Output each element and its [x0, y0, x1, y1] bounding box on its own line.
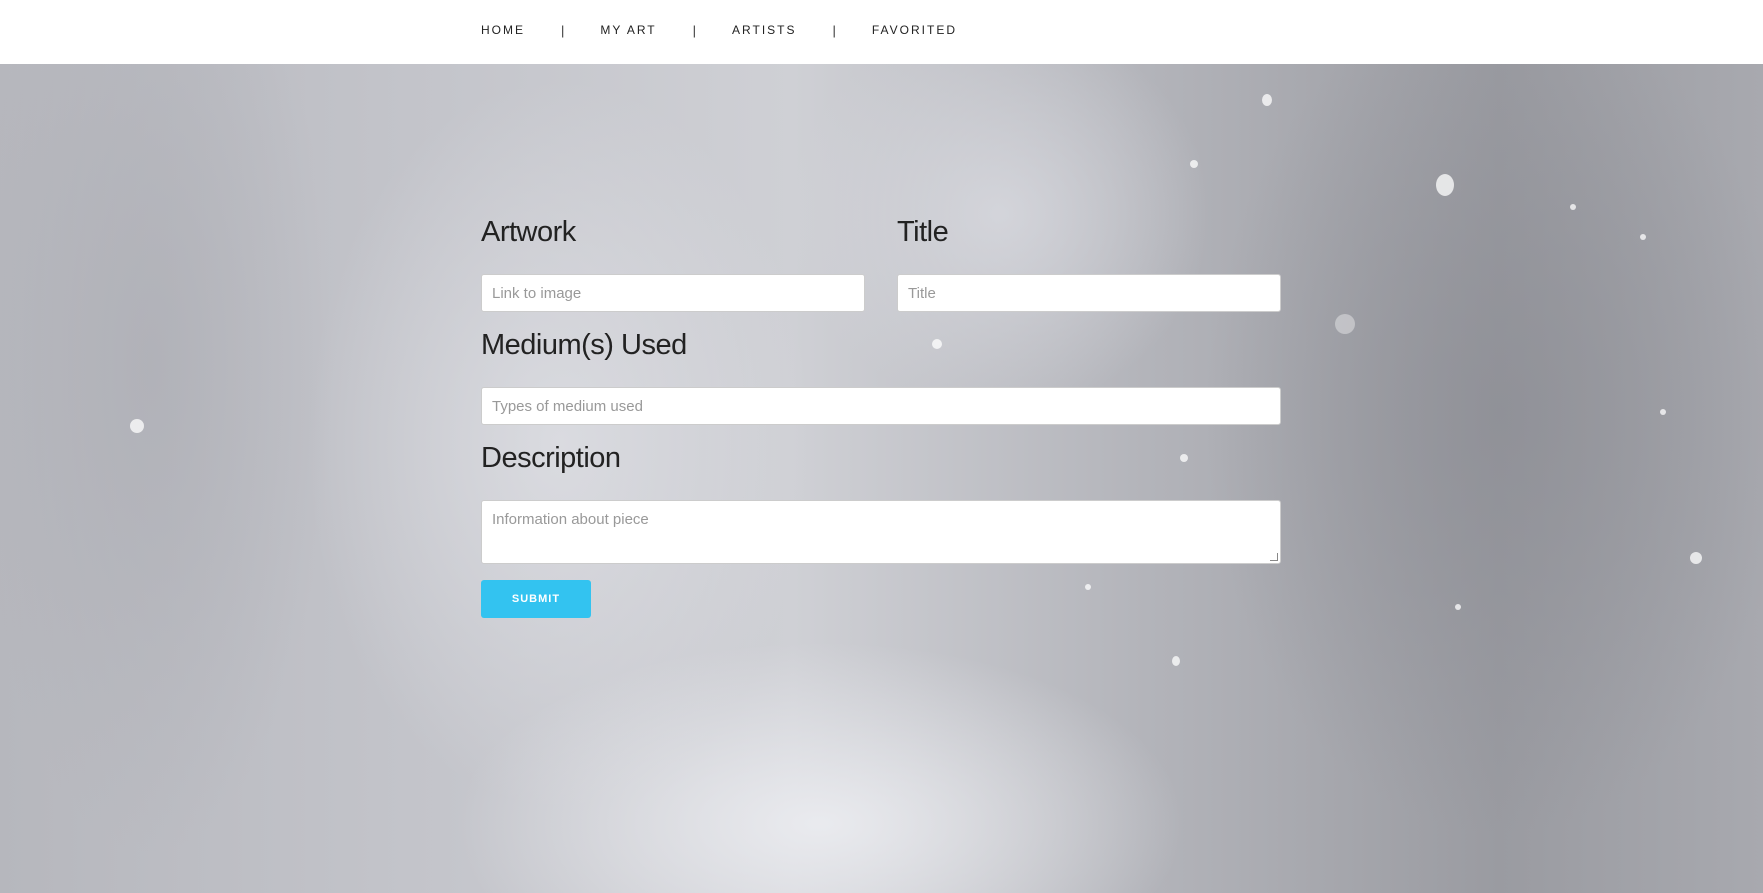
nav-separator: |	[692, 22, 697, 38]
resize-handle-icon[interactable]	[1270, 553, 1278, 561]
description-label: Description	[481, 442, 621, 474]
title-input[interactable]: Title	[897, 274, 1281, 312]
snowflake-decoration	[1085, 584, 1091, 590]
snowflake-decoration	[130, 419, 144, 433]
snowflake-decoration	[1180, 454, 1188, 462]
snowflake-decoration	[1335, 314, 1355, 334]
submit-button[interactable]: SUBMIT	[481, 580, 591, 618]
nav-separator: |	[561, 22, 565, 38]
nav-list: HOME | MY ART | ARTISTS | FAVORITED	[481, 0, 957, 60]
snowflake-decoration	[1690, 552, 1702, 564]
artwork-link-input[interactable]: Link to image	[481, 274, 865, 312]
snowflake-decoration	[1262, 94, 1272, 106]
snowflake-decoration	[1640, 234, 1646, 240]
nav-my-art-link[interactable]: MY ART	[600, 23, 656, 37]
snowflake-decoration	[1190, 160, 1198, 168]
nav-artists-link[interactable]: ARTISTS	[732, 23, 796, 37]
description-textarea[interactable]: Information about piece	[481, 500, 1281, 564]
medium-input[interactable]: Types of medium used	[481, 387, 1281, 425]
top-navbar: HOME | MY ART | ARTISTS | FAVORITED	[0, 0, 1763, 64]
title-label: Title	[897, 216, 949, 248]
hero-background: Artwork Title Link to image Title Medium…	[0, 64, 1763, 893]
snowflake-decoration	[932, 339, 942, 349]
snowflake-decoration	[1660, 409, 1666, 415]
artwork-label: Artwork	[481, 216, 576, 248]
description-placeholder: Information about piece	[492, 511, 649, 528]
snowflake-decoration	[1436, 174, 1454, 196]
nav-separator: |	[832, 22, 836, 38]
nav-favorited-link[interactable]: FAVORITED	[872, 23, 957, 37]
snowflake-decoration	[1455, 604, 1461, 610]
snowflake-decoration	[1172, 656, 1180, 666]
nav-home-link[interactable]: HOME	[481, 23, 525, 37]
snowflake-decoration	[1570, 204, 1576, 210]
medium-label: Medium(s) Used	[481, 329, 687, 361]
